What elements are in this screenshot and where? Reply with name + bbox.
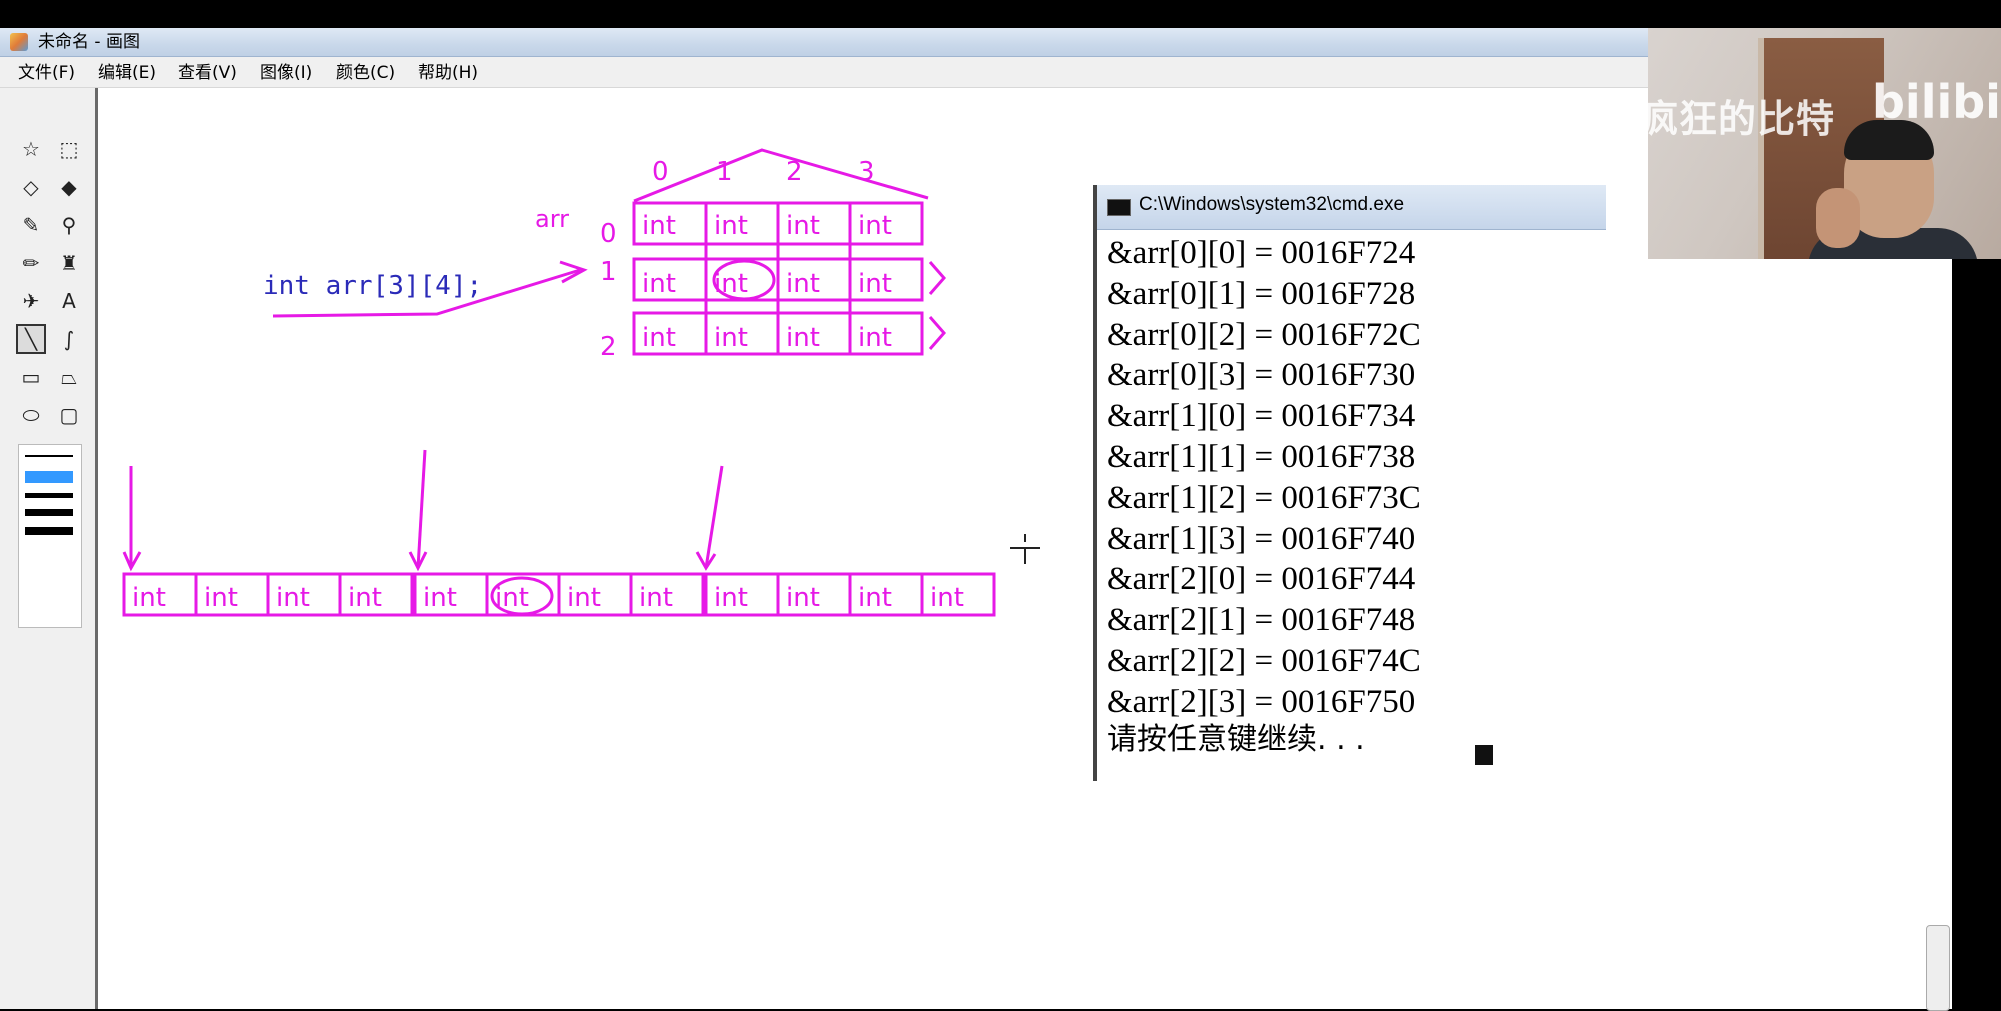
grid-cell-label: int — [858, 211, 892, 241]
grid-cell-label: int — [858, 323, 892, 353]
cmd-prompt: 请按任意键继续. . . — [1107, 722, 1365, 757]
grid-cell-label: int — [858, 269, 892, 299]
console-icon — [1107, 199, 1131, 216]
cmd-output-line: &arr[0][3] = 0016F730 — [1107, 357, 1416, 394]
column-index-label: 0 — [652, 157, 669, 187]
polygon-icon[interactable]: ⏢ — [54, 362, 84, 392]
paint-app-icon — [10, 33, 28, 51]
menu-help[interactable]: 帮助(H) — [414, 62, 482, 84]
column-index-label: 2 — [786, 157, 803, 187]
cmd-output-line: &arr[1][1] = 0016F738 — [1107, 439, 1416, 475]
rect-select-icon[interactable]: ⬚ — [54, 134, 84, 164]
row-index-label: 1 — [600, 257, 617, 287]
declaration-text: int arr[3][4]; — [263, 271, 482, 301]
row-1-arrow — [928, 261, 946, 295]
cmd-output-line: &arr[2][2] = 0016F74C — [1107, 643, 1421, 679]
airbrush-icon[interactable]: ✈ — [16, 286, 46, 316]
grid-cell-label: int — [642, 323, 676, 353]
menu-bar: 文件(F) 编辑(E) 查看(V) 图像(I) 颜色(C) 帮助(H) — [0, 57, 1660, 88]
grid-cell-label: int — [786, 211, 820, 241]
row-2-arrow — [928, 316, 946, 350]
column-index-label: 1 — [716, 157, 733, 187]
line-icon[interactable]: ╲ — [16, 324, 46, 354]
menu-file[interactable]: 文件(F) — [14, 62, 79, 84]
linear-cell-label: int — [276, 583, 310, 613]
webcam-overlay — [1648, 28, 2001, 259]
tool-panel: ☆ ⬚ ◇ ◆ ✎ ⚲ ✏ ♜ ✈ A ╲ ∫ ▭ ⏢ ⬭ ▢ — [0, 88, 98, 1009]
crosshair-cursor-icon — [1010, 534, 1040, 564]
bilibili-logo-icon: bilibili — [1872, 75, 2001, 129]
cmd-output-line: &arr[2][0] = 0016F744 — [1107, 561, 1416, 598]
cmd-output-line: &arr[1][3] = 0016F740 — [1107, 520, 1416, 557]
cmd-output-line: &arr[1][0] = 0016F734 — [1107, 398, 1416, 435]
curve-icon[interactable]: ∫ — [54, 324, 84, 354]
line-width-3[interactable] — [25, 493, 73, 498]
cmd-cursor — [1475, 745, 1493, 765]
rounded-rect-icon[interactable]: ▢ — [54, 400, 84, 430]
row-index-label: 2 — [600, 332, 617, 362]
column-brace — [633, 148, 929, 203]
linear-cell-label: int — [567, 583, 601, 613]
linear-cell-label: int — [423, 583, 457, 613]
color-picker-icon[interactable]: ✎ — [16, 210, 46, 240]
row-index-label: 0 — [600, 219, 617, 249]
brush-icon[interactable]: ♜ — [54, 248, 84, 278]
line-width-picker[interactable] — [18, 444, 82, 628]
cmd-output-line: &arr[0][0] = 0016F724 — [1107, 235, 1416, 271]
line-width-2-selected[interactable] — [25, 471, 73, 483]
menu-view[interactable]: 查看(V) — [174, 62, 241, 84]
linear-cell-label: int — [132, 583, 166, 613]
presenter-hand — [1816, 188, 1860, 248]
linear-cell-label: int — [495, 583, 529, 613]
grid-cell-label: int — [642, 269, 676, 299]
menu-image[interactable]: 图像(I) — [256, 62, 316, 84]
linear-cell-label: int — [858, 583, 892, 613]
paint-app: 未命名 - 画图 文件(F) 编辑(E) 查看(V) 图像(I) 颜色(C) 帮… — [0, 0, 2001, 1011]
linear-cell-label: int — [786, 583, 820, 613]
cmd-output-line: &arr[1][2] = 0016F73C — [1107, 479, 1421, 516]
grid-cell-label: int — [786, 269, 820, 299]
line-width-5[interactable] — [25, 527, 73, 535]
menu-color[interactable]: 颜色(C) — [332, 62, 399, 84]
row-1-start-arrow — [416, 449, 427, 569]
scrollbar-thumb[interactable] — [1926, 925, 1950, 1011]
cmd-output-line: &arr[0][1] = 0016F728 — [1107, 275, 1416, 312]
window-title: 未命名 - 画图 — [38, 32, 140, 52]
menu-edit[interactable]: 编辑(E) — [94, 62, 160, 84]
linear-cell-label: int — [714, 583, 748, 613]
rectangle-icon[interactable]: ▭ — [16, 362, 46, 392]
linear-cell-label: int — [930, 583, 964, 613]
svg-text:bilibili: bilibili — [1872, 75, 2001, 129]
linear-cell-label: int — [348, 583, 382, 613]
eraser-icon[interactable]: ◇ — [16, 172, 46, 202]
linear-cell-label: int — [204, 583, 238, 613]
grid-cell-label: int — [714, 269, 748, 299]
grid-cell-label: int — [714, 211, 748, 241]
cmd-output-line: &arr[0][2] = 0016F72C — [1107, 316, 1421, 353]
pencil-icon[interactable]: ✏ — [16, 248, 46, 278]
line-width-1[interactable] — [25, 455, 73, 457]
free-select-icon[interactable]: ☆ — [16, 134, 46, 164]
row-2-start-arrow — [704, 465, 724, 569]
cmd-title: C:\Windows\system32\cmd.exe — [1139, 194, 1405, 215]
watermark-text: 疯狂的比特 — [1640, 97, 1836, 141]
magnifier-icon[interactable]: ⚲ — [54, 210, 84, 240]
fill-icon[interactable]: ◆ — [54, 172, 84, 202]
array-name-label: arr — [535, 205, 569, 233]
grid-cell-label: int — [786, 323, 820, 353]
cmd-window[interactable]: C:\Windows\system32\cmd.exe &arr[0][0] =… — [1093, 185, 1610, 781]
cmd-output-line: &arr[2][1] = 0016F748 — [1107, 602, 1416, 639]
ellipse-icon[interactable]: ⬭ — [16, 400, 46, 430]
title-bar: 未命名 - 画图 — [0, 28, 1660, 57]
grid-cell-label: int — [714, 323, 748, 353]
grid-cell-label: int — [642, 211, 676, 241]
cmd-output-line: &arr[2][3] = 0016F750 — [1107, 683, 1416, 720]
linear-cell-label: int — [639, 583, 673, 613]
line-width-4[interactable] — [25, 509, 73, 516]
column-index-label: 3 — [858, 157, 875, 187]
text-icon[interactable]: A — [54, 286, 84, 316]
cmd-title-bar[interactable]: C:\Windows\system32\cmd.exe — [1097, 185, 1606, 230]
